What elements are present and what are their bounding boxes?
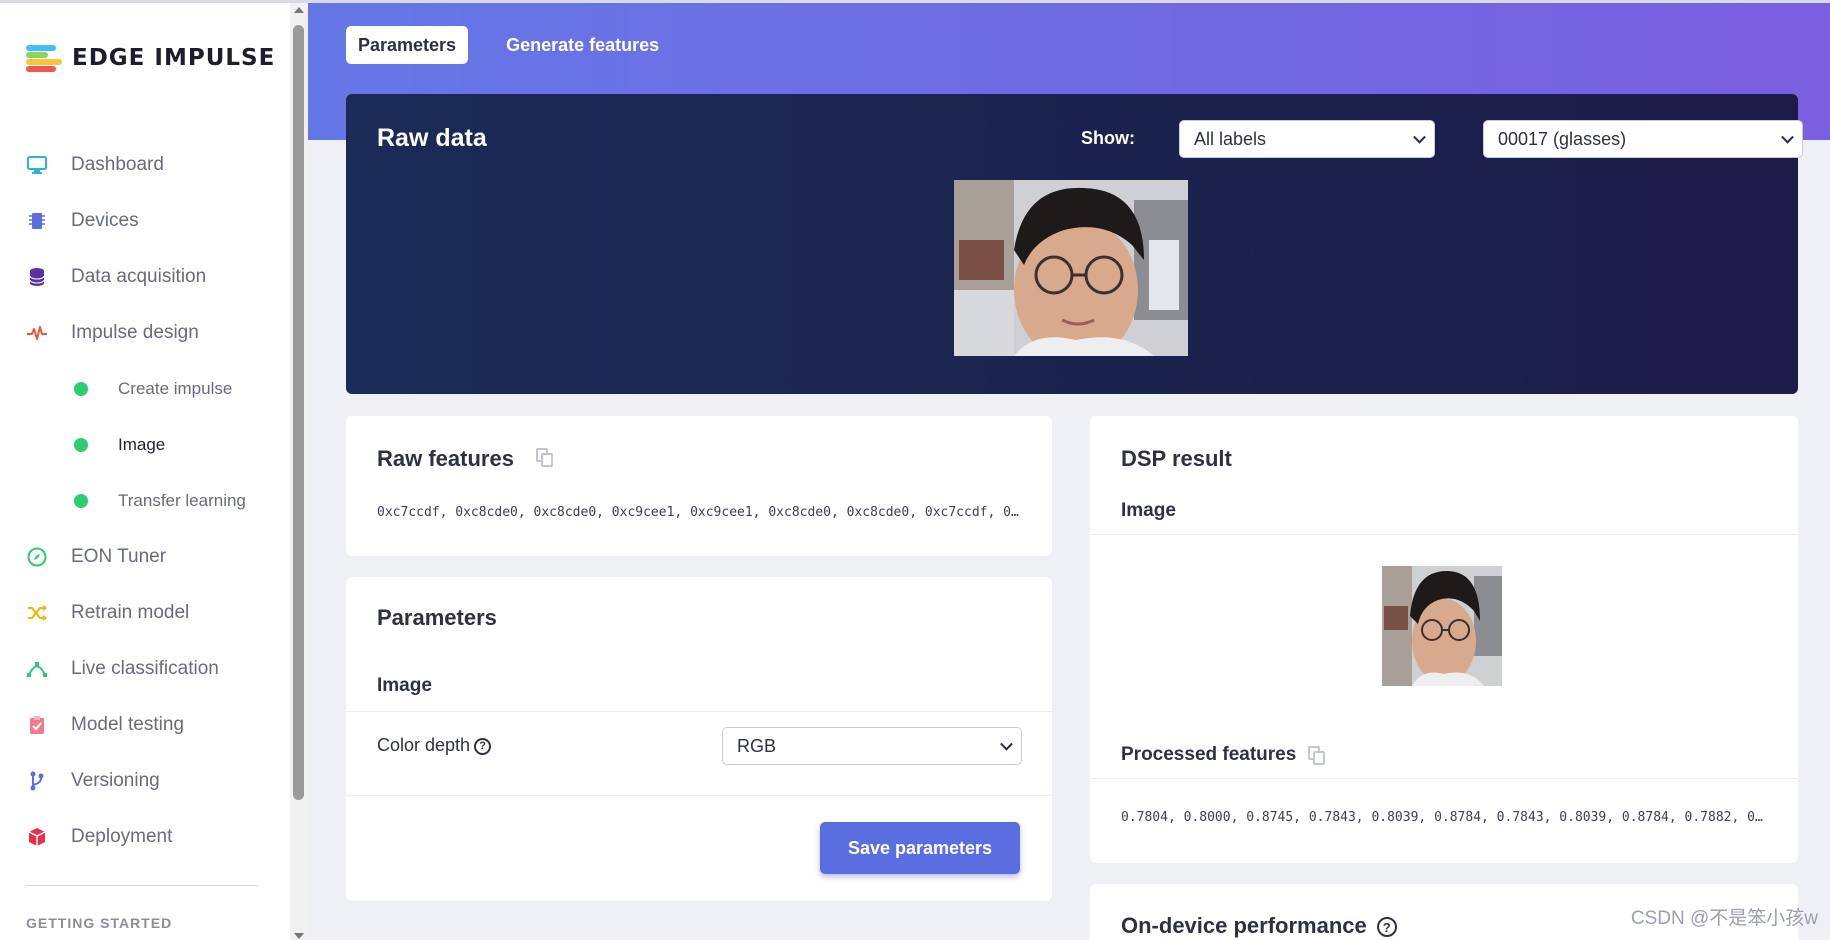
branch-icon: [26, 770, 48, 792]
sample-select-value: 00017 (glasses): [1498, 128, 1627, 149]
watermark: CSDN @不是笨小孩w: [1630, 908, 1818, 929]
logo-mark-icon: [26, 43, 64, 73]
bezier-icon: [26, 658, 48, 680]
sidebar-item-label: Deployment: [71, 826, 173, 847]
sidebar-subitem-label: Image: [118, 435, 166, 454]
divider: [1090, 534, 1798, 535]
raw-data-title: Raw data: [377, 124, 487, 152]
logo-text: EDGE IMPULSE: [72, 45, 276, 71]
sidebar-item-label: Impulse design: [71, 322, 199, 343]
help-icon[interactable]: ?: [474, 737, 492, 755]
page-tabs: Parameters Generate features: [346, 26, 671, 64]
help-icon[interactable]: ?: [1376, 917, 1397, 938]
main-content: Parameters Generate features Raw data Sh…: [308, 0, 1830, 940]
divider: [346, 711, 1052, 712]
sidebar-item-label: Devices: [71, 210, 139, 231]
database-icon: [26, 266, 48, 288]
sidebar-scrollbar[interactable]: [290, 3, 308, 940]
processed-features-values: 0.7804, 0.8000, 0.8745, 0.7843, 0.8039, …: [1121, 810, 1769, 825]
sidebar-item-devices[interactable]: Devices: [0, 193, 290, 249]
color-depth-value: RGB: [737, 735, 777, 756]
sidebar-item-retrain-model[interactable]: Retrain model: [0, 585, 290, 641]
scroll-up-arrow-icon[interactable]: [294, 7, 304, 13]
dsp-result-card: DSP result Image Processed features 0.78…: [1090, 416, 1798, 863]
raw-data-panel: Raw data Show: All labels 00017 (glasses…: [346, 94, 1803, 394]
status-dot-icon: [74, 438, 88, 452]
divider: [346, 795, 1052, 796]
dsp-section-image: Image: [1121, 500, 1176, 521]
sidebar: EDGE IMPULSE Dashboard Devices Data acqu…: [0, 0, 308, 940]
scroll-down-arrow-icon[interactable]: [294, 933, 304, 939]
status-dot-icon: [74, 382, 88, 396]
label-filter-select[interactable]: All labels: [1179, 120, 1435, 158]
processed-features-title: Processed features: [1121, 744, 1297, 765]
sidebar-item-deployment[interactable]: Deployment: [0, 809, 290, 865]
compass-icon: [26, 546, 48, 568]
sidebar-item-eon-tuner[interactable]: EON Tuner: [0, 529, 290, 585]
sidebar-item-label: Versioning: [71, 770, 160, 791]
copy-icon[interactable]: [536, 448, 554, 468]
sidebar-subitem-image[interactable]: Image: [0, 417, 290, 473]
edge-impulse-logo[interactable]: EDGE IMPULSE: [26, 43, 275, 73]
sidebar-item-label: Data acquisition: [71, 266, 207, 287]
processed-sample-image: [1382, 566, 1502, 686]
package-icon: [26, 826, 48, 848]
tab-generate-features[interactable]: Generate features: [494, 26, 671, 64]
parameters-section-image: Image: [377, 675, 432, 696]
pulse-icon: [26, 322, 48, 344]
sidebar-subitem-label: Transfer learning: [118, 491, 246, 510]
sidebar-item-dashboard[interactable]: Dashboard: [0, 137, 290, 193]
sidebar-subitem-transfer-learning[interactable]: Transfer learning: [0, 473, 290, 529]
sidebar-item-live-classification[interactable]: Live classification: [0, 641, 290, 697]
getting-started-heading: GETTING STARTED: [26, 915, 173, 931]
sidebar-nav: Dashboard Devices Data acquisition Impul…: [0, 137, 290, 865]
chevron-down-icon: [1413, 130, 1426, 144]
shuffle-icon: [26, 602, 48, 624]
tab-parameters[interactable]: Parameters: [346, 26, 469, 64]
status-dot-icon: [74, 494, 88, 508]
color-depth-label-row: Color depth?: [377, 735, 492, 756]
sidebar-subitem-label: Create impulse: [118, 379, 233, 398]
copy-icon[interactable]: [1308, 746, 1326, 766]
parameters-card: Parameters Image Color depth? RGB Save p…: [346, 577, 1052, 901]
sidebar-item-label: Live classification: [71, 658, 219, 679]
chip-icon: [26, 210, 48, 232]
sidebar-item-label: Retrain model: [71, 602, 190, 623]
sidebar-item-impulse-design[interactable]: Impulse design: [0, 305, 290, 361]
label-filter-value: All labels: [1194, 128, 1267, 149]
sample-select[interactable]: 00017 (glasses): [1483, 120, 1803, 158]
parameters-title: Parameters: [377, 605, 497, 630]
raw-features-title: Raw features: [377, 446, 514, 471]
raw-features-values: 0xc7ccdf, 0xc8cde0, 0xc8cde0, 0xc9cee1, …: [377, 505, 1025, 520]
save-parameters-button[interactable]: Save parameters: [820, 822, 1020, 874]
raw-sample-image: [954, 180, 1188, 356]
sidebar-item-versioning[interactable]: Versioning: [0, 753, 290, 809]
sidebar-item-label: EON Tuner: [71, 546, 167, 567]
color-depth-label: Color depth: [377, 735, 471, 755]
raw-features-card: Raw features 0xc7ccdf, 0xc8cde0, 0xc8cde…: [346, 416, 1052, 556]
show-label: Show:: [1081, 128, 1135, 148]
color-depth-select[interactable]: RGB: [722, 727, 1022, 765]
scrollbar-thumb[interactable]: [293, 25, 304, 800]
on-device-performance-label: On-device performance: [1121, 913, 1367, 938]
monitor-icon: [26, 154, 48, 176]
chevron-down-icon: [1781, 130, 1794, 144]
sidebar-item-label: Dashboard: [71, 154, 164, 175]
sidebar-subitem-create-impulse[interactable]: Create impulse: [0, 361, 290, 417]
on-device-performance-title: On-device performance?: [1121, 913, 1397, 939]
divider: [1090, 778, 1798, 779]
dsp-result-title: DSP result: [1121, 446, 1232, 471]
sidebar-item-data-acquisition[interactable]: Data acquisition: [0, 249, 290, 305]
sidebar-divider: [26, 885, 258, 886]
chevron-down-icon: [1000, 737, 1013, 751]
sidebar-item-model-testing[interactable]: Model testing: [0, 697, 290, 753]
clipboard-check-icon: [26, 714, 48, 736]
sidebar-item-label: Model testing: [71, 714, 185, 735]
